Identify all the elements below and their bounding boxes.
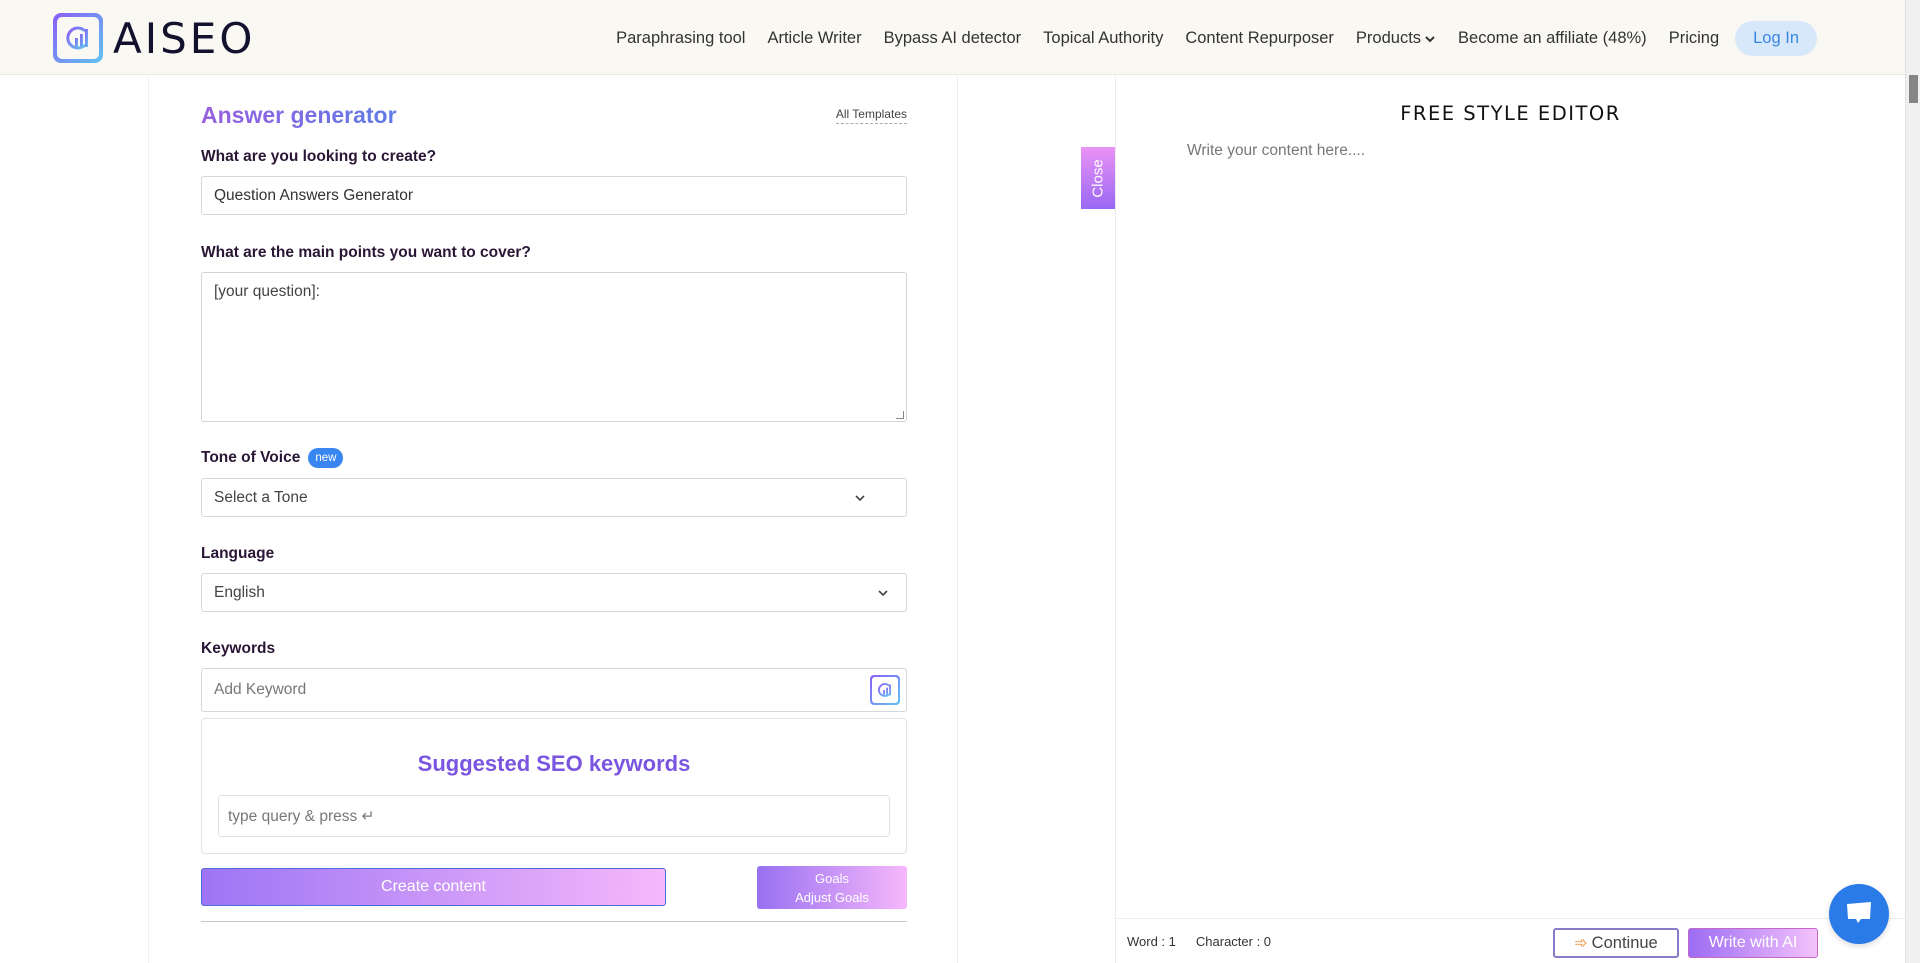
create-field-label: What are you looking to create? bbox=[201, 148, 437, 165]
logo-icon bbox=[53, 13, 103, 63]
write-with-ai-button[interactable]: Write with AI bbox=[1688, 928, 1818, 958]
logo[interactable]: AISEO bbox=[53, 13, 255, 63]
language-field-label: Language bbox=[201, 545, 275, 562]
all-templates-link[interactable]: All Templates bbox=[835, 107, 907, 124]
nav-become-affiliate[interactable]: Become an affiliate (48%) bbox=[1458, 29, 1647, 48]
divider bbox=[201, 921, 907, 922]
chevron-down-icon bbox=[855, 494, 865, 501]
nav-pricing[interactable]: Pricing bbox=[1669, 29, 1719, 48]
form-title: Answer generator bbox=[201, 102, 397, 128]
language-select[interactable]: English bbox=[201, 573, 907, 612]
editor-title: FREE STYLE EDITOR bbox=[1400, 102, 1621, 125]
seo-keywords-title: Suggested SEO keywords bbox=[417, 751, 691, 776]
create-content-button[interactable]: Create content bbox=[201, 868, 666, 906]
chat-support-button[interactable] bbox=[1829, 884, 1889, 944]
points-textarea-value: [your question]: bbox=[214, 283, 320, 300]
arrow-right-icon: ➾ bbox=[1574, 935, 1588, 952]
points-textarea[interactable]: [your question]: bbox=[201, 272, 907, 422]
close-tab-label: Close bbox=[1089, 158, 1107, 198]
nav-bypass-ai-detector[interactable]: Bypass AI detector bbox=[884, 29, 1022, 48]
adjust-goals-label: Adjust Goals bbox=[795, 890, 869, 905]
character-count: Character : 0 bbox=[1195, 933, 1272, 949]
nav-topical-authority[interactable]: Topical Authority bbox=[1043, 29, 1163, 48]
nav-paraphrasing-tool[interactable]: Paraphrasing tool bbox=[616, 29, 745, 48]
new-badge: new bbox=[308, 448, 344, 468]
language-select-value: English bbox=[214, 583, 265, 601]
points-field-label: What are the main points you want to cov… bbox=[201, 244, 531, 261]
seo-query-placeholder: type query & press ↵ bbox=[228, 807, 375, 825]
adjust-goals-button[interactable]: Goals Adjust Goals bbox=[757, 866, 907, 909]
top-navbar: AISEO Paraphrasing tool Article Writer B… bbox=[0, 0, 1905, 75]
editor-footer: Word : 1 Character : 0 ➾ Continue Write … bbox=[1116, 918, 1906, 963]
chevron-down-icon bbox=[1425, 35, 1435, 42]
create-input-value: Question Answers Generator bbox=[214, 186, 414, 204]
page-scrollbar[interactable] bbox=[1905, 0, 1920, 963]
answer-generator-form: Answer generator All Templates What are … bbox=[201, 76, 907, 922]
tone-select-value: Select a Tone bbox=[214, 488, 308, 506]
continue-label: Continue bbox=[1591, 933, 1658, 952]
template-form-panel: Answer generator All Templates What are … bbox=[148, 76, 958, 963]
editor-content-area[interactable]: Write your content here.... bbox=[1187, 142, 1365, 160]
keywords-field-label: Keywords bbox=[201, 640, 276, 657]
aiseo-keyword-icon[interactable] bbox=[870, 675, 900, 705]
tone-label-text: Tone of Voice bbox=[201, 449, 301, 466]
chat-bubble-icon bbox=[1847, 902, 1871, 923]
add-keyword-input[interactable]: Add Keyword bbox=[201, 668, 907, 712]
tone-field-label: Tone of Voice new bbox=[201, 448, 907, 468]
nav-article-writer[interactable]: Article Writer bbox=[767, 29, 861, 48]
scrollbar-thumb[interactable] bbox=[1909, 75, 1918, 103]
free-style-editor: FREE STYLE EDITOR Write your content her… bbox=[1115, 76, 1906, 963]
nav-content-repurposer[interactable]: Content Repurposer bbox=[1185, 29, 1334, 48]
goals-label: Goals bbox=[815, 871, 849, 886]
resize-handle-icon[interactable] bbox=[896, 411, 904, 419]
word-count: Word : 1 bbox=[1127, 933, 1176, 949]
nav-products-label: Products bbox=[1355, 29, 1422, 47]
login-button[interactable]: Log In bbox=[1735, 21, 1817, 56]
create-input[interactable]: Question Answers Generator bbox=[201, 176, 907, 215]
suggested-seo-keywords-box: Suggested SEO keywords type query & pres… bbox=[201, 718, 907, 854]
logo-text: AISEO bbox=[113, 13, 256, 63]
editor-placeholder: Write your content here.... bbox=[1187, 142, 1366, 159]
chevron-down-icon bbox=[878, 589, 888, 596]
add-keyword-placeholder: Add Keyword bbox=[214, 681, 307, 698]
close-editor-tab[interactable]: Close bbox=[1081, 147, 1115, 209]
main-nav: Paraphrasing tool Article Writer Bypass … bbox=[594, 21, 1817, 56]
tone-select[interactable]: Select a Tone bbox=[201, 478, 907, 517]
nav-products-dropdown[interactable]: Products bbox=[1356, 29, 1436, 48]
continue-button[interactable]: ➾ Continue bbox=[1553, 928, 1679, 958]
seo-query-input[interactable]: type query & press ↵ bbox=[218, 795, 890, 837]
